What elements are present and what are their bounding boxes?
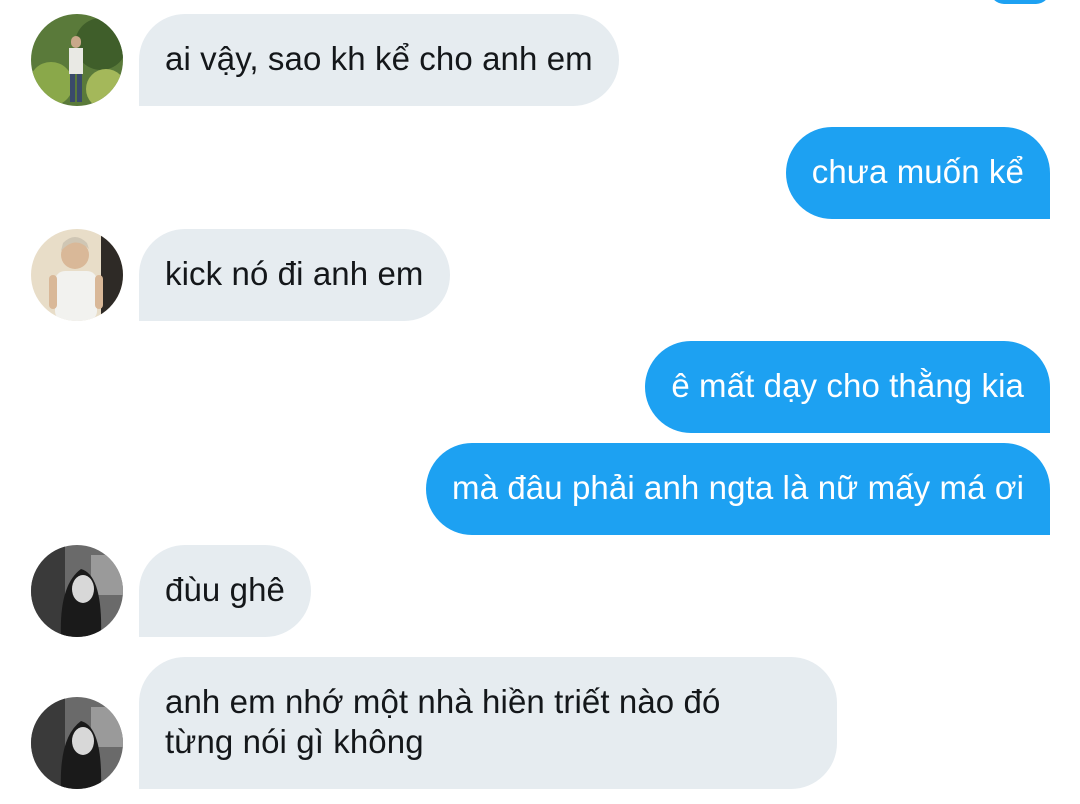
avatar[interactable] (31, 545, 123, 637)
outgoing-message[interactable]: ê mất dạy cho thằng kia (645, 341, 1050, 433)
conversation-thread: ai vậy, sao kh kể cho anh em chưa muốn k… (0, 0, 1080, 804)
outgoing-message[interactable]: mà đâu phải anh ngta là nữ mấy má ơi (426, 443, 1050, 535)
user-photo-icon (31, 545, 123, 637)
incoming-message[interactable]: anh em nhớ một nhà hiền triết nào đó từn… (139, 657, 837, 789)
incoming-message[interactable]: đùu ghê (139, 545, 311, 637)
user-photo-icon (31, 229, 123, 321)
message-line: từng nói gì không (165, 723, 424, 760)
outgoing-message[interactable]: chưa muốn kể (785, 127, 1050, 219)
user-photo-icon (31, 697, 123, 789)
avatar[interactable] (31, 229, 123, 321)
avatar[interactable] (31, 14, 123, 106)
message-line: anh em nhớ một nhà hiền triết nào đó (165, 683, 721, 720)
incoming-message[interactable]: ai vậy, sao kh kể cho anh em (139, 14, 619, 106)
user-photo-icon (31, 14, 123, 106)
avatar[interactable] (31, 697, 123, 789)
incoming-message[interactable]: kick nó đi anh em (139, 229, 450, 321)
previous-message-bubble-edge (990, 0, 1050, 4)
